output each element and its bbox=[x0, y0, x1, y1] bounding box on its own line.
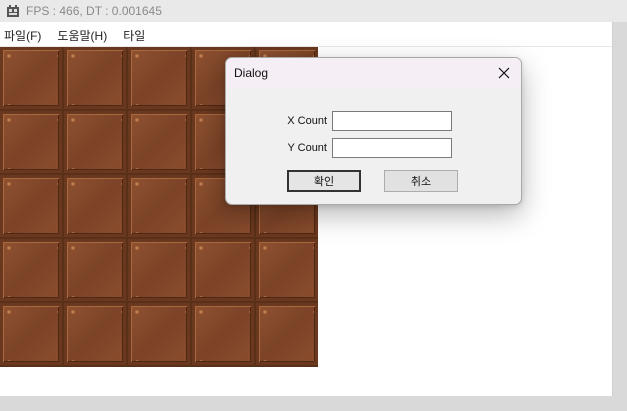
tile[interactable] bbox=[0, 303, 62, 365]
window-title: FPS : 466, DT : 0.001645 bbox=[26, 4, 162, 18]
menu-bar: 파일(F) 도움말(H) 타일 bbox=[0, 24, 612, 47]
menu-help[interactable]: 도움말(H) bbox=[53, 27, 115, 44]
tile[interactable] bbox=[256, 303, 318, 365]
y-count-input[interactable] bbox=[332, 138, 452, 158]
tile[interactable] bbox=[0, 239, 62, 301]
close-icon[interactable] bbox=[489, 58, 519, 88]
tile[interactable] bbox=[128, 111, 190, 173]
x-count-row: X Count bbox=[226, 111, 452, 131]
y-count-row: Y Count bbox=[226, 138, 452, 158]
tile[interactable] bbox=[192, 303, 254, 365]
tile[interactable] bbox=[128, 47, 190, 109]
menu-tile[interactable]: 타일 bbox=[119, 27, 153, 44]
x-count-input[interactable] bbox=[332, 111, 452, 131]
tile[interactable] bbox=[256, 239, 318, 301]
cancel-button[interactable]: 취소 bbox=[384, 170, 458, 192]
dialog-title: Dialog bbox=[234, 66, 269, 80]
tile[interactable] bbox=[128, 303, 190, 365]
window-titlebar[interactable]: FPS : 466, DT : 0.001645 bbox=[0, 0, 627, 22]
tile[interactable] bbox=[0, 175, 62, 237]
tile[interactable] bbox=[128, 239, 190, 301]
count-dialog: Dialog X Count Y Count 확인 취소 bbox=[225, 57, 522, 205]
tile[interactable] bbox=[64, 111, 126, 173]
tile[interactable] bbox=[64, 47, 126, 109]
y-count-label: Y Count bbox=[287, 142, 327, 154]
tile[interactable] bbox=[0, 111, 62, 173]
tile[interactable] bbox=[64, 175, 126, 237]
ok-button[interactable]: 확인 bbox=[287, 170, 361, 192]
app-icon bbox=[6, 4, 20, 18]
tile[interactable] bbox=[64, 303, 126, 365]
x-count-label: X Count bbox=[287, 115, 327, 127]
tile[interactable] bbox=[64, 239, 126, 301]
tile[interactable] bbox=[128, 175, 190, 237]
tile[interactable] bbox=[0, 47, 62, 109]
menu-file[interactable]: 파일(F) bbox=[0, 27, 49, 44]
app-window: FPS : 466, DT : 0.001645 파일(F) 도움말(H) 타일… bbox=[0, 0, 627, 411]
dialog-titlebar[interactable]: Dialog bbox=[226, 58, 521, 88]
tile[interactable] bbox=[192, 239, 254, 301]
